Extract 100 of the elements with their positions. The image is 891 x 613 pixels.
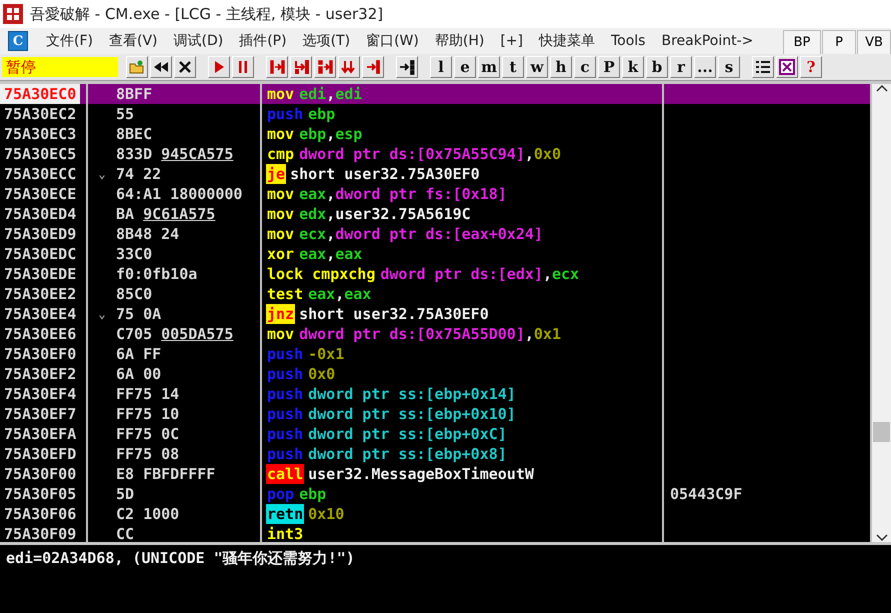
address-text: 75A30EDC bbox=[3, 244, 78, 264]
window-shortcut-button[interactable]: P bbox=[598, 56, 620, 78]
address-text: 75A30EFD bbox=[3, 444, 78, 464]
address-text: 75A30EF0 bbox=[3, 344, 78, 364]
window-shortcut-button[interactable]: e bbox=[454, 56, 476, 78]
operands: eax,eax bbox=[308, 284, 372, 304]
operands: dword ptr ds:[0x75A55C94],0x0 bbox=[299, 144, 561, 164]
window-shortcut-button[interactable]: c bbox=[574, 56, 596, 78]
mnemonic: mov bbox=[266, 84, 296, 104]
operands: eax,dword ptr fs:[0x18] bbox=[299, 184, 507, 204]
operands: edx,user32.75A5619C bbox=[299, 204, 471, 224]
mnemonic: int3 bbox=[266, 524, 304, 542]
menu-item[interactable]: Tools bbox=[602, 33, 654, 49]
scroll-thumb[interactable] bbox=[873, 422, 890, 442]
mnemonic: push bbox=[266, 104, 304, 124]
window-button[interactable]: VB bbox=[857, 30, 891, 54]
window-shortcut-button[interactable]: s bbox=[718, 56, 740, 78]
mnemonic: xor bbox=[266, 244, 296, 264]
jump-mark: ⌄ bbox=[98, 167, 106, 181]
window-shortcut-button[interactable]: l bbox=[430, 56, 452, 78]
menu-item[interactable]: 插件(P) bbox=[231, 32, 295, 50]
mnemonic: lock cmpxchg bbox=[266, 264, 376, 284]
menu-item[interactable]: BreakPoint-> bbox=[653, 33, 762, 49]
toolbar-button[interactable] bbox=[752, 56, 774, 78]
scroll-down-icon[interactable] bbox=[876, 532, 888, 542]
hex-bytes: 75 0A bbox=[116, 304, 162, 324]
info-text: edi=02A34D68, (UNICODE "骚年你还需努力!") bbox=[6, 549, 355, 567]
operands: ebp bbox=[299, 484, 326, 504]
address-link[interactable]: 9C61A575 bbox=[143, 204, 216, 224]
menu-item[interactable]: [+] bbox=[492, 33, 531, 49]
operands: ebp,esp bbox=[299, 124, 362, 144]
scroll-up-icon[interactable] bbox=[876, 84, 888, 94]
mnemonic: jnz bbox=[266, 304, 296, 324]
mnemonic: push bbox=[266, 444, 304, 464]
hex-bytes: 6A FF bbox=[116, 344, 162, 364]
hex-bytes: 85C0 bbox=[116, 284, 152, 304]
menu-item[interactable]: 调试(D) bbox=[166, 32, 232, 50]
operands: short user32.75A30EF0 bbox=[290, 164, 480, 184]
rewind-icon bbox=[153, 59, 169, 75]
hex-bytes: 6A 00 bbox=[116, 364, 162, 384]
address-link[interactable]: 945CA575 bbox=[161, 144, 234, 164]
hex-bytes: 55 bbox=[116, 104, 134, 124]
window-shortcut-button[interactable]: ... bbox=[694, 56, 716, 78]
mnemonic: mov bbox=[266, 184, 296, 204]
mnemonic: mov bbox=[266, 324, 296, 344]
menu-item[interactable]: 帮助(H) bbox=[426, 32, 492, 50]
operands: ecx,dword ptr ds:[eax+0x24] bbox=[299, 224, 543, 244]
address-text: 75A30F00 bbox=[3, 464, 78, 484]
trace-into-icon bbox=[317, 59, 333, 75]
address-link[interactable]: 005DA575 bbox=[161, 324, 234, 344]
mnemonic: push bbox=[266, 384, 304, 404]
mnemonic: call bbox=[266, 464, 304, 484]
hex-bytes: FF75 10 bbox=[116, 404, 180, 424]
trace-over-icon bbox=[341, 59, 357, 75]
help-button[interactable]: ? bbox=[800, 56, 822, 78]
window-button[interactable]: P bbox=[822, 30, 856, 54]
address-text: 75A30EC2 bbox=[3, 104, 78, 124]
mnemonic: mov bbox=[266, 204, 296, 224]
toolbar-button[interactable] bbox=[776, 56, 798, 78]
menu-item[interactable]: 窗口(W) bbox=[358, 32, 427, 50]
window-shortcut-button[interactable]: b bbox=[646, 56, 668, 78]
menu-item[interactable]: 选项(T) bbox=[294, 32, 358, 50]
window-shortcut-button[interactable]: h bbox=[550, 56, 572, 78]
operands: dword ptr ds:[edx],ecx bbox=[380, 264, 580, 284]
window-shortcut-button[interactable]: r bbox=[670, 56, 692, 78]
menu-item[interactable]: 快捷菜单 bbox=[530, 32, 603, 50]
hex-bytes: C705 bbox=[116, 324, 152, 344]
mnemonic: push bbox=[266, 344, 304, 364]
app-icon[interactable]: C bbox=[8, 31, 28, 51]
window-title: 吾愛破解 - CM.exe - [LCG - 主线程, 模块 - user32] bbox=[30, 4, 384, 24]
operands: dword ptr ds:[0x75A55D00],0x1 bbox=[299, 324, 561, 344]
toolbar-button[interactable] bbox=[396, 56, 418, 78]
window-shortcut-button[interactable]: m bbox=[478, 56, 500, 78]
address-text: 75A30EC5 bbox=[3, 144, 78, 164]
list-icon bbox=[755, 59, 771, 75]
scrollbar[interactable] bbox=[872, 84, 891, 542]
disassembly-row[interactable]: 75A30EC0 8BFF mov edi,edi bbox=[0, 84, 872, 104]
mnemonic: mov bbox=[266, 124, 296, 144]
menu-item[interactable]: 文件(F) bbox=[38, 32, 101, 50]
toolbar-button[interactable] bbox=[174, 56, 196, 78]
hex-bytes: 5D bbox=[116, 484, 134, 504]
window-shortcut-button[interactable]: k bbox=[622, 56, 644, 78]
operands: eax,eax bbox=[299, 244, 362, 264]
window-shortcut-button[interactable]: w bbox=[526, 56, 548, 78]
hex-bytes: 74 22 bbox=[116, 164, 162, 184]
mnemonic: cmp bbox=[266, 144, 296, 164]
address-text: 75A30EE4 bbox=[3, 304, 78, 324]
address-text: 75A30EFA bbox=[3, 424, 78, 444]
operands: 0x10 bbox=[308, 504, 344, 524]
step-into-icon bbox=[269, 59, 285, 75]
open-folder-icon bbox=[129, 59, 145, 75]
operands: dword ptr ss:[ebp+0x10] bbox=[308, 404, 516, 424]
address-text: 75A30EC3 bbox=[3, 124, 78, 144]
step-over-icon bbox=[293, 59, 309, 75]
window-shortcut-button[interactable]: t bbox=[502, 56, 524, 78]
hex-bytes: C2 1000 bbox=[116, 504, 180, 524]
operands: user32.MessageBoxTimeoutW bbox=[308, 464, 534, 484]
toolbar-button[interactable] bbox=[150, 56, 172, 78]
window-button[interactable]: BP bbox=[783, 30, 821, 54]
menu-item[interactable]: 查看(V) bbox=[100, 32, 166, 50]
